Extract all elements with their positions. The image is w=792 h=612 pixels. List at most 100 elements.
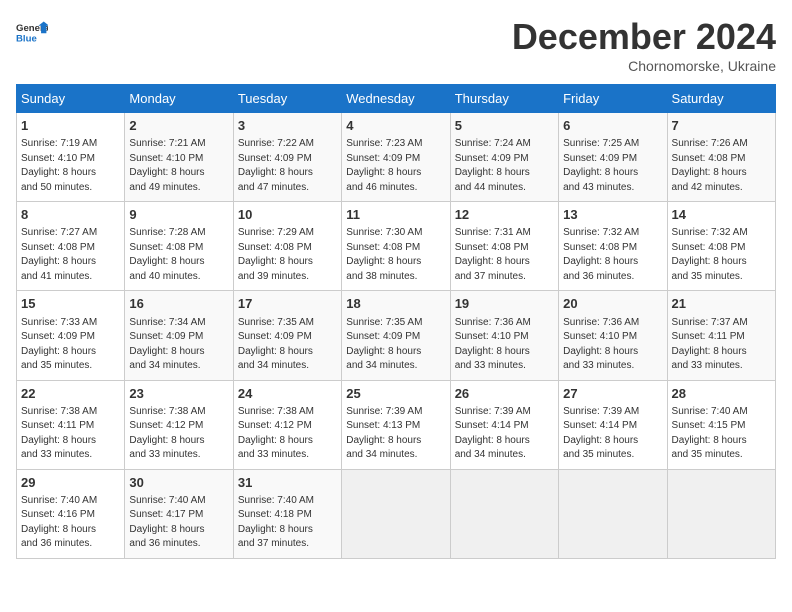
day-info: Sunrise: 7:39 AMSunset: 4:14 PMDaylight:… <box>563 405 662 463</box>
day-number: 31 <box>238 474 337 492</box>
day-number: 30 <box>129 474 228 492</box>
day-cell: 26 Sunrise: 7:39 AMSunset: 4:14 PMDayligh… <box>450 380 558 469</box>
day-cell: 22 Sunrise: 7:38 AMSunset: 4:11 PMDayligh… <box>17 380 125 469</box>
month-title: December 2024 <box>512 16 776 58</box>
day-info: Sunrise: 7:31 AMSunset: 4:08 PMDaylight:… <box>455 226 554 284</box>
day-info: Sunrise: 7:35 AMSunset: 4:09 PMDaylight:… <box>346 316 445 374</box>
page-header: General Blue December 2024 Chornomorske,… <box>16 16 776 74</box>
day-cell: 2Sunrise: 7:21 AMSunset: 4:10 PMDaylight… <box>125 113 233 202</box>
col-header-monday: Monday <box>125 85 233 113</box>
week-row-5: 29 Sunrise: 7:40 AMSunset: 4:16 PMDayligh… <box>17 469 776 558</box>
day-info: Sunrise: 7:25 AMSunset: 4:09 PMDaylight:… <box>563 137 662 195</box>
day-cell <box>450 469 558 558</box>
day-number: 13 <box>563 206 662 224</box>
day-number: 8 <box>21 206 120 224</box>
day-number: 11 <box>346 206 445 224</box>
day-cell: 5 Sunrise: 7:24 AMSunset: 4:09 PMDaylight… <box>450 113 558 202</box>
logo-svg: General Blue <box>16 16 48 52</box>
day-info: Sunrise: 7:35 AMSunset: 4:09 PMDaylight:… <box>238 316 337 374</box>
day-cell: 15Sunrise: 7:33 AMSunset: 4:09 PMDayligh… <box>17 291 125 380</box>
col-header-thursday: Thursday <box>450 85 558 113</box>
day-cell <box>559 469 667 558</box>
day-cell: 16 Sunrise: 7:34 AMSunset: 4:09 PMDayligh… <box>125 291 233 380</box>
day-cell: 12 Sunrise: 7:31 AMSunset: 4:08 PMDayligh… <box>450 202 558 291</box>
day-info: Sunrise: 7:40 AMSunset: 4:16 PMDaylight:… <box>21 494 120 552</box>
day-cell: 29 Sunrise: 7:40 AMSunset: 4:16 PMDayligh… <box>17 469 125 558</box>
day-number: 6 <box>563 117 662 135</box>
day-number: 1 <box>21 117 120 135</box>
day-cell: 30 Sunrise: 7:40 AMSunset: 4:17 PMDayligh… <box>125 469 233 558</box>
day-cell <box>342 469 450 558</box>
day-number: 27 <box>563 385 662 403</box>
week-row-3: 15Sunrise: 7:33 AMSunset: 4:09 PMDayligh… <box>17 291 776 380</box>
day-number: 18 <box>346 295 445 313</box>
day-cell: 6 Sunrise: 7:25 AMSunset: 4:09 PMDaylight… <box>559 113 667 202</box>
day-number: 20 <box>563 295 662 313</box>
day-info: Sunrise: 7:38 AMSunset: 4:12 PMDaylight:… <box>129 405 228 463</box>
logo: General Blue <box>16 16 48 52</box>
day-info: Sunrise: 7:38 AMSunset: 4:11 PMDaylight:… <box>21 405 120 463</box>
day-cell: 10 Sunrise: 7:29 AMSunset: 4:08 PMDayligh… <box>233 202 341 291</box>
day-number: 29 <box>21 474 120 492</box>
day-number: 4 <box>346 117 445 135</box>
day-info: Sunrise: 7:32 AMSunset: 4:08 PMDaylight:… <box>563 226 662 284</box>
day-info: Sunrise: 7:39 AMSunset: 4:13 PMDaylight:… <box>346 405 445 463</box>
col-header-saturday: Saturday <box>667 85 775 113</box>
calendar-table: SundayMondayTuesdayWednesdayThursdayFrid… <box>16 84 776 559</box>
location-subtitle: Chornomorske, Ukraine <box>512 58 776 74</box>
day-number: 25 <box>346 385 445 403</box>
week-row-2: 8 Sunrise: 7:27 AMSunset: 4:08 PMDaylight… <box>17 202 776 291</box>
day-cell: 28 Sunrise: 7:40 AMSunset: 4:15 PMDayligh… <box>667 380 775 469</box>
day-info: Sunrise: 7:36 AMSunset: 4:10 PMDaylight:… <box>563 316 662 374</box>
day-cell: 17 Sunrise: 7:35 AMSunset: 4:09 PMDayligh… <box>233 291 341 380</box>
day-cell: 4Sunrise: 7:23 AMSunset: 4:09 PMDaylight… <box>342 113 450 202</box>
day-cell: 14Sunrise: 7:32 AMSunset: 4:08 PMDayligh… <box>667 202 775 291</box>
day-info: Sunrise: 7:39 AMSunset: 4:14 PMDaylight:… <box>455 405 554 463</box>
day-cell: 8 Sunrise: 7:27 AMSunset: 4:08 PMDaylight… <box>17 202 125 291</box>
col-header-tuesday: Tuesday <box>233 85 341 113</box>
day-info: Sunrise: 7:33 AMSunset: 4:09 PMDaylight:… <box>21 316 120 374</box>
week-row-4: 22 Sunrise: 7:38 AMSunset: 4:11 PMDayligh… <box>17 380 776 469</box>
day-cell: 23 Sunrise: 7:38 AMSunset: 4:12 PMDayligh… <box>125 380 233 469</box>
day-number: 2 <box>129 117 228 135</box>
day-number: 24 <box>238 385 337 403</box>
day-info: Sunrise: 7:34 AMSunset: 4:09 PMDaylight:… <box>129 316 228 374</box>
day-info: Sunrise: 7:28 AMSunset: 4:08 PMDaylight:… <box>129 226 228 284</box>
day-cell <box>667 469 775 558</box>
day-info: Sunrise: 7:27 AMSunset: 4:08 PMDaylight:… <box>21 226 120 284</box>
day-info: Sunrise: 7:36 AMSunset: 4:10 PMDaylight:… <box>455 316 554 374</box>
day-info: Sunrise: 7:24 AMSunset: 4:09 PMDaylight:… <box>455 137 554 195</box>
day-number: 26 <box>455 385 554 403</box>
day-cell: 9 Sunrise: 7:28 AMSunset: 4:08 PMDaylight… <box>125 202 233 291</box>
day-number: 22 <box>21 385 120 403</box>
title-area: December 2024 Chornomorske, Ukraine <box>512 16 776 74</box>
day-number: 9 <box>129 206 228 224</box>
day-info: Sunrise: 7:29 AMSunset: 4:08 PMDaylight:… <box>238 226 337 284</box>
day-number: 23 <box>129 385 228 403</box>
day-number: 16 <box>129 295 228 313</box>
day-info: Sunrise: 7:40 AMSunset: 4:17 PMDaylight:… <box>129 494 228 552</box>
day-info: Sunrise: 7:38 AMSunset: 4:12 PMDaylight:… <box>238 405 337 463</box>
day-info: Sunrise: 7:37 AMSunset: 4:11 PMDaylight:… <box>672 316 771 374</box>
day-number: 7 <box>672 117 771 135</box>
day-info: Sunrise: 7:19 AMSunset: 4:10 PMDaylight:… <box>21 137 120 195</box>
day-info: Sunrise: 7:30 AMSunset: 4:08 PMDaylight:… <box>346 226 445 284</box>
day-info: Sunrise: 7:32 AMSunset: 4:08 PMDaylight:… <box>672 226 771 284</box>
day-cell: 27 Sunrise: 7:39 AMSunset: 4:14 PMDayligh… <box>559 380 667 469</box>
day-info: Sunrise: 7:40 AMSunset: 4:15 PMDaylight:… <box>672 405 771 463</box>
day-cell: 19Sunrise: 7:36 AMSunset: 4:10 PMDayligh… <box>450 291 558 380</box>
day-number: 10 <box>238 206 337 224</box>
day-cell: 11 Sunrise: 7:30 AMSunset: 4:08 PMDayligh… <box>342 202 450 291</box>
day-number: 17 <box>238 295 337 313</box>
day-number: 12 <box>455 206 554 224</box>
day-info: Sunrise: 7:22 AMSunset: 4:09 PMDaylight:… <box>238 137 337 195</box>
day-cell: 3Sunrise: 7:22 AMSunset: 4:09 PMDaylight… <box>233 113 341 202</box>
day-number: 5 <box>455 117 554 135</box>
day-cell: 18 Sunrise: 7:35 AMSunset: 4:09 PMDayligh… <box>342 291 450 380</box>
day-cell: 13 Sunrise: 7:32 AMSunset: 4:08 PMDayligh… <box>559 202 667 291</box>
svg-text:Blue: Blue <box>16 34 37 45</box>
day-number: 28 <box>672 385 771 403</box>
day-number: 21 <box>672 295 771 313</box>
day-cell: 31Sunrise: 7:40 AMSunset: 4:18 PMDayligh… <box>233 469 341 558</box>
day-cell: 1 Sunrise: 7:19 AMSunset: 4:10 PMDaylight… <box>17 113 125 202</box>
